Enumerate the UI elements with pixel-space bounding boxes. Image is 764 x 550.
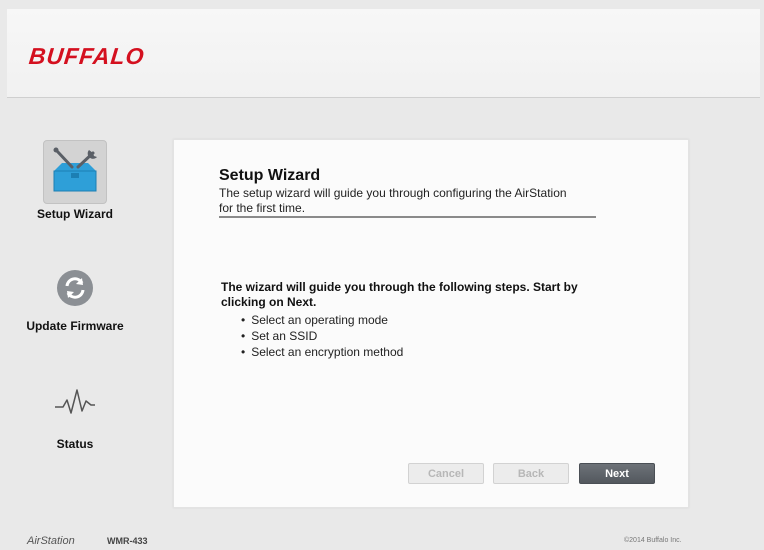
footer-copyright: ©2014 Buffalo Inc. [624, 537, 682, 544]
back-button[interactable]: Back [493, 463, 569, 484]
sidebar-item-setup-wizard[interactable]: Setup Wizard [10, 140, 140, 221]
refresh-icon [43, 256, 107, 320]
sidebar-item-label: Status [56, 437, 94, 451]
list-item: Select an encryption method [241, 344, 403, 360]
title-divider [219, 216, 596, 218]
buffalo-logo: BUFFALO [27, 43, 147, 69]
wizard-panel: Setup Wizard The setup wizard will guide… [173, 139, 689, 508]
steps-list: Select an operating mode Set an SSID Sel… [241, 312, 403, 360]
footer-model: WMR-433 [107, 536, 148, 546]
footer-brand: AirStation [27, 535, 75, 547]
list-item: Set an SSID [241, 328, 403, 344]
sidebar-item-update-firmware[interactable]: Update Firmware [10, 256, 140, 333]
sidebar-item-label: Update Firmware [26, 319, 124, 333]
steps-intro: The wizard will guide you through the fo… [221, 280, 578, 309]
page-title: Setup Wizard [219, 167, 321, 184]
toolbox-wrench-icon [43, 140, 107, 204]
cancel-button[interactable]: Cancel [408, 463, 484, 484]
next-button[interactable]: Next [579, 463, 655, 484]
list-item: Select an operating mode [241, 312, 403, 328]
sidebar-item-status[interactable]: Status [10, 370, 140, 451]
sidebar-item-label: Setup Wizard [37, 207, 113, 221]
page-subtitle: The setup wizard will guide you through … [219, 186, 567, 215]
pulse-icon [43, 370, 107, 434]
header: BUFFALO [7, 9, 760, 98]
